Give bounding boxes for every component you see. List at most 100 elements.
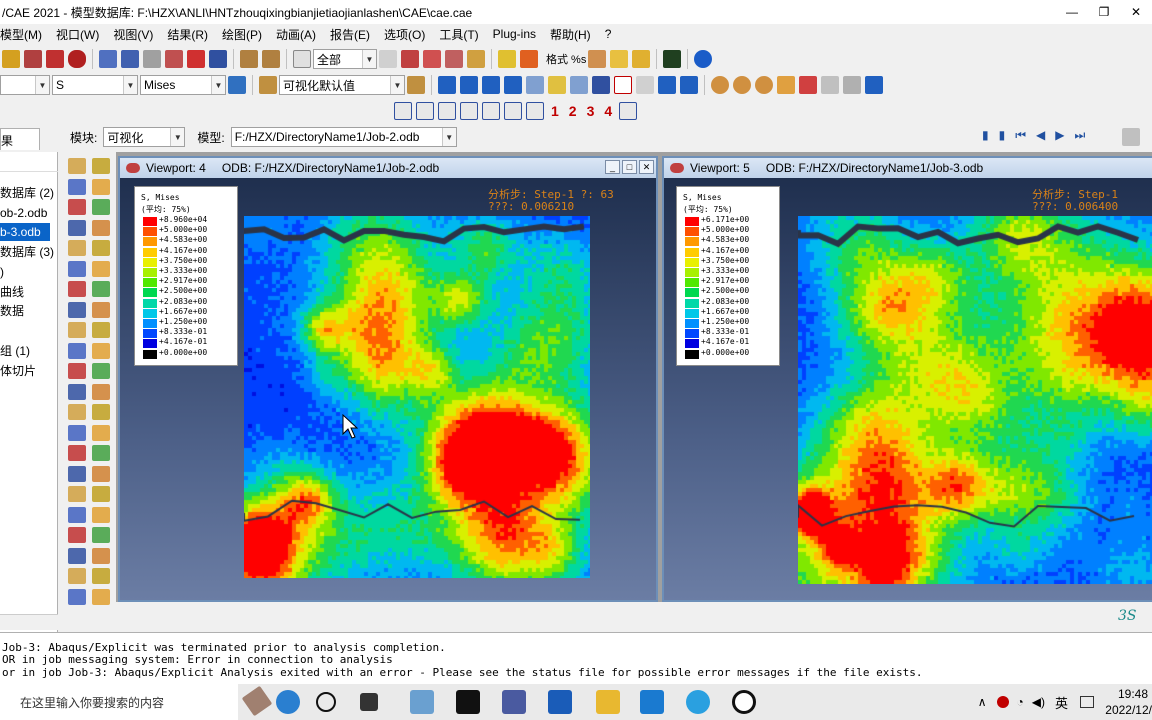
toolbox-tool-icon[interactable] <box>92 240 110 256</box>
menu-plot[interactable]: 绘图(P) <box>215 26 269 43</box>
view-1-button[interactable]: 1 <box>551 103 559 119</box>
view-z-icon[interactable] <box>526 102 544 120</box>
laptop-app-icon[interactable] <box>410 690 434 714</box>
toolbox-tool-icon[interactable] <box>68 178 86 195</box>
maximize-icon[interactable]: □ <box>622 160 637 174</box>
cortana-icon[interactable] <box>316 692 336 712</box>
menu-view[interactable]: 视图(V) <box>106 26 160 43</box>
record-app-icon[interactable] <box>732 690 756 714</box>
tree-item-slice[interactable]: 体切片 <box>0 362 36 380</box>
view-back-icon[interactable] <box>460 76 478 94</box>
horizontal-scrollbar[interactable] <box>0 614 58 630</box>
format-label[interactable]: 格式 %s <box>546 51 586 67</box>
open-icon[interactable] <box>2 50 20 68</box>
taskbar-search[interactable]: 在这里输入你要搜索的内容 <box>0 684 273 720</box>
cube-dropdown-icon[interactable] <box>407 76 425 94</box>
view-zy-icon[interactable] <box>482 102 500 120</box>
select-arrow-icon[interactable] <box>293 50 311 68</box>
clock[interactable]: 19:48 2022/12/ <box>1102 684 1152 720</box>
undo-icon[interactable] <box>799 76 817 94</box>
color-palette-icon[interactable] <box>259 76 277 94</box>
cycle-icon[interactable] <box>209 50 227 68</box>
view-xy-icon[interactable] <box>394 102 412 120</box>
overlay-icon[interactable] <box>711 76 729 94</box>
menu-report[interactable]: 报告(E) <box>323 26 377 43</box>
database-icon[interactable] <box>68 50 86 68</box>
pointer-icon[interactable] <box>636 76 654 94</box>
browser-app-icon[interactable] <box>686 690 710 714</box>
ime-indicator[interactable]: 英 <box>1055 693 1068 712</box>
toolbox-tool-icon[interactable] <box>92 178 110 195</box>
menu-options[interactable]: 选项(O) <box>377 26 432 43</box>
toolbox-tool-icon[interactable] <box>68 363 86 379</box>
toolbox-tool-icon[interactable] <box>68 322 86 338</box>
invariant-combo[interactable]: Mises ▼ <box>140 75 226 95</box>
save-icon[interactable] <box>46 50 64 68</box>
keyboard-icon[interactable] <box>1080 696 1094 708</box>
field-variable-combo[interactable]: S ▼ <box>52 75 138 95</box>
redo-icon[interactable] <box>821 76 839 94</box>
view-right-icon[interactable] <box>548 76 566 94</box>
toolbox-tool-icon[interactable] <box>92 383 110 400</box>
toolbox-tool-icon[interactable] <box>68 588 86 605</box>
query-icon[interactable] <box>240 50 258 68</box>
record-tray-icon[interactable] <box>996 696 1009 708</box>
arrow-icon[interactable] <box>592 76 610 94</box>
view-front-icon[interactable] <box>438 76 456 94</box>
menu-model[interactable]: 模型(M) <box>0 26 49 43</box>
maximize-button[interactable]: ❐ <box>1088 2 1120 22</box>
toolbox-tool-icon[interactable] <box>68 486 86 502</box>
task-view-icon[interactable] <box>360 693 378 711</box>
chevron-up-icon[interactable]: ∧ <box>978 695 987 709</box>
tree-item-db-2[interactable]: 数据库 (2) <box>0 184 54 202</box>
toolbox-tool-icon[interactable] <box>92 281 110 297</box>
grid-icon[interactable] <box>658 76 676 94</box>
view-yx-icon[interactable] <box>504 102 522 120</box>
view-top-icon[interactable] <box>482 76 500 94</box>
media-app-icon[interactable] <box>640 690 664 714</box>
wifi-icon[interactable]: ◔ <box>1017 695 1024 709</box>
tree-item-data[interactable]: 数据 <box>0 302 24 320</box>
toolbox-tool-icon[interactable] <box>92 363 110 379</box>
toolbox-tool-icon[interactable] <box>92 199 110 215</box>
toolbox-tool-icon[interactable] <box>92 322 110 338</box>
mesh-red-icon[interactable] <box>520 50 538 68</box>
abaqus-app-icon[interactable] <box>502 690 526 714</box>
toolbox-tool-icon[interactable] <box>92 506 110 523</box>
toolbox-tool-icon[interactable] <box>68 219 86 236</box>
viewport-5[interactable]: Viewport: 5 ODB: F:/HZX/DirectoryName1/J… <box>662 156 1152 602</box>
circle-icon[interactable] <box>755 76 773 94</box>
view-xz-icon[interactable] <box>416 102 434 120</box>
toolbox-tool-icon[interactable] <box>68 158 86 174</box>
viewport-canvas[interactable]: S, Mises (平均: 75%) +8.960e+04 +5.000e+00 +… <box>120 178 656 600</box>
box-icon[interactable] <box>467 50 485 68</box>
view-bottom-icon[interactable] <box>504 76 522 94</box>
menu-animate[interactable]: 动画(A) <box>269 26 323 43</box>
view-2-button[interactable]: 2 <box>569 103 577 119</box>
magnify-icon[interactable] <box>143 50 161 68</box>
pan-icon[interactable] <box>99 50 117 68</box>
overlay-2-icon[interactable] <box>733 76 751 94</box>
table-icon[interactable] <box>680 76 698 94</box>
folder-app-icon[interactable] <box>596 690 620 714</box>
cube-icon[interactable] <box>610 50 629 68</box>
toolbox-tool-icon[interactable] <box>92 342 110 359</box>
toolbox-tool-icon[interactable] <box>68 342 86 359</box>
minimize-button[interactable]: — <box>1056 2 1088 22</box>
info-icon[interactable] <box>694 50 713 68</box>
tree-item-job3-odb[interactable]: b-3.odb <box>0 223 50 241</box>
mesh-icon[interactable] <box>498 50 516 68</box>
terminal-app-icon[interactable] <box>456 690 480 714</box>
viewport-4[interactable]: Viewport: 4 ODB: F:/HZX/DirectoryName1/J… <box>118 156 658 602</box>
toolbox-tool-icon[interactable] <box>68 445 86 461</box>
toolbox-tool-icon[interactable] <box>92 588 110 605</box>
menu-help[interactable]: 帮助(H) <box>543 26 598 43</box>
copy-icon[interactable] <box>843 76 861 94</box>
toolbox-tool-icon[interactable] <box>68 281 86 297</box>
text-icon[interactable] <box>614 76 632 94</box>
toolbox-tool-icon[interactable] <box>68 383 86 400</box>
model-tree-icon[interactable] <box>663 50 682 68</box>
toolbox-tool-icon[interactable] <box>68 506 86 523</box>
module-combo[interactable]: 可视化 ▼ <box>103 127 186 147</box>
tree-item-job2-odb[interactable]: ob-2.odb <box>0 204 47 222</box>
